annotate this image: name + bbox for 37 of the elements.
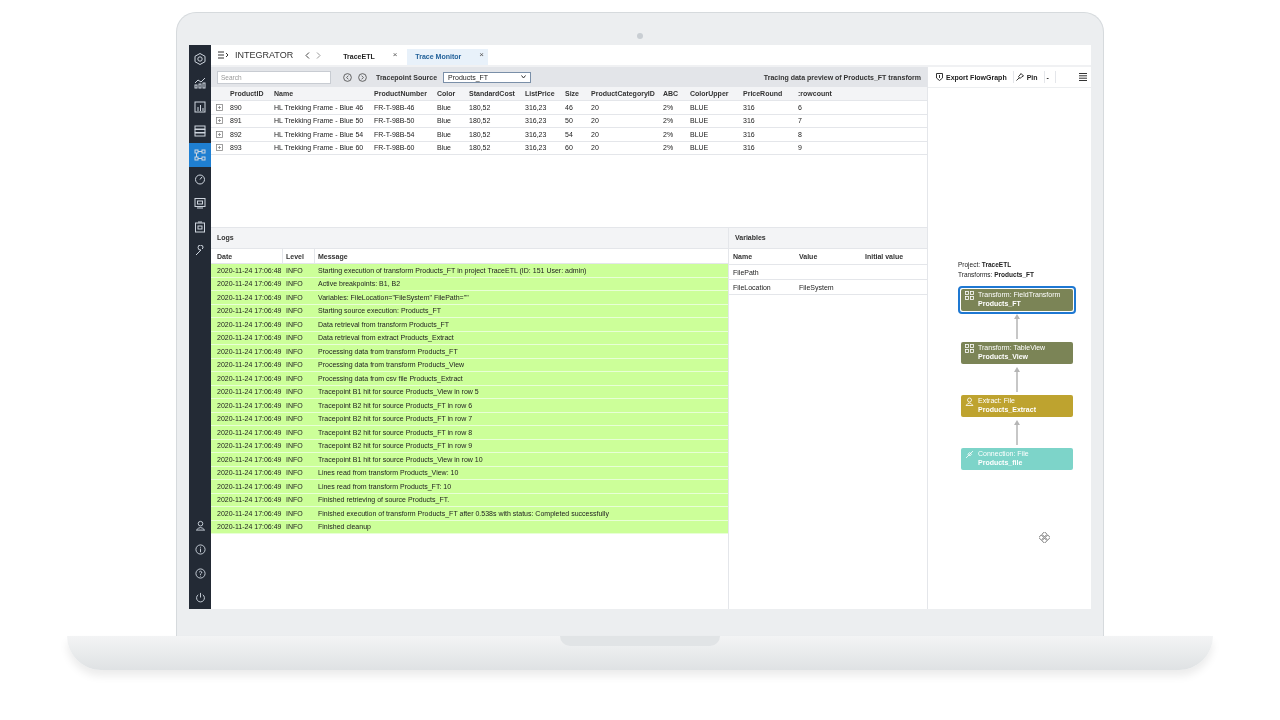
expand-icon[interactable] (215, 117, 223, 125)
back-icon[interactable] (305, 51, 311, 59)
pin-icon (1015, 73, 1024, 81)
package-icon (194, 221, 206, 233)
power-icon[interactable] (194, 591, 206, 603)
arrow (1014, 420, 1020, 445)
monitor-icon (194, 197, 206, 209)
camera-dot (637, 33, 643, 39)
flow-icon (965, 344, 974, 353)
app-title: INTEGRATOR (235, 50, 294, 60)
move-icon[interactable] (1039, 532, 1050, 543)
hexagon-logo-icon (194, 53, 206, 65)
expand-icon[interactable] (215, 144, 223, 152)
database-icon (194, 125, 206, 137)
wrench-icon (194, 245, 206, 257)
help-icon[interactable] (194, 567, 206, 579)
timer-icon (194, 173, 206, 185)
expand-icon[interactable] (215, 103, 223, 111)
arrow (1014, 314, 1020, 339)
close-tab-icon[interactable]: × (392, 51, 398, 59)
menu-icon[interactable] (1079, 73, 1087, 81)
chart-icon (194, 77, 206, 89)
expand-icon[interactable] (215, 130, 223, 138)
bar-chart-icon (194, 101, 206, 113)
close-tab-icon[interactable]: × (479, 51, 484, 59)
export-icon (936, 73, 943, 81)
info-icon[interactable] (194, 543, 206, 555)
plug-icon (965, 450, 974, 459)
menu-icon[interactable] (218, 51, 229, 59)
previous-icon[interactable] (343, 72, 352, 82)
user-icon[interactable] (194, 519, 206, 531)
arrow (1014, 367, 1020, 392)
flow-icon (194, 149, 206, 161)
flow-icon (965, 291, 974, 300)
user-icon (965, 397, 974, 406)
caret-icon (521, 75, 527, 79)
next-icon[interactable] (358, 72, 367, 82)
